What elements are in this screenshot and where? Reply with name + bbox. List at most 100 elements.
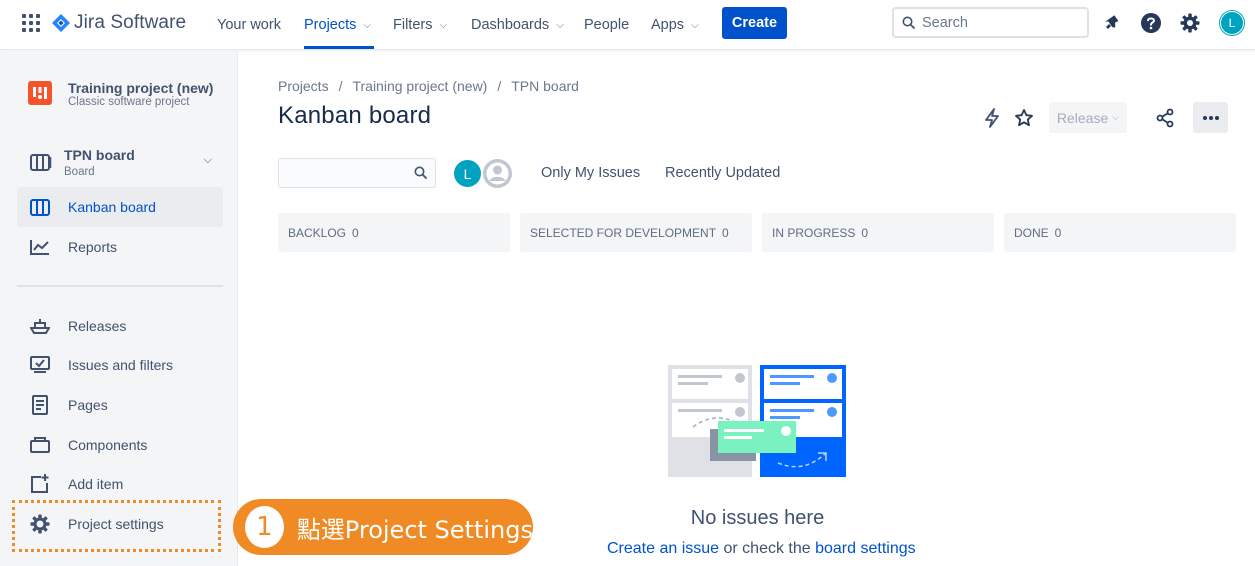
- create-issue-link[interactable]: Create an issue: [607, 540, 719, 557]
- jira-diamond-icon: [52, 14, 70, 32]
- column-done: DONE 0: [1004, 213, 1236, 252]
- sidebar-item-label: Add item: [68, 476, 124, 492]
- sidebar-item-label: Reports: [68, 239, 118, 255]
- nav-your-work[interactable]: Your work: [217, 0, 281, 50]
- column-in-progress: IN PROGRESS 0: [762, 213, 994, 252]
- jira-logo[interactable]: Jira Software: [52, 12, 186, 34]
- nav-projects[interactable]: Projects ⌵: [304, 0, 371, 50]
- assignee-avatar[interactable]: L: [452, 158, 483, 189]
- add-item-icon: [29, 473, 51, 495]
- search-input[interactable]: Search: [892, 7, 1089, 38]
- nav-dashboards[interactable]: Dashboards ⌵: [471, 0, 564, 50]
- filter-only-my-issues[interactable]: Only My Issues: [541, 165, 640, 181]
- breadcrumb-separator: /: [338, 78, 343, 94]
- search-icon: [414, 166, 427, 179]
- breadcrumb-separator: /: [497, 78, 502, 94]
- chevron-down-icon: ⌵: [439, 19, 448, 31]
- board-icon: [30, 154, 52, 171]
- ship-icon: [29, 315, 51, 337]
- notifications-icon[interactable]: [1100, 11, 1124, 35]
- step-callout: 1 點選Project Settings: [233, 499, 533, 555]
- chart-icon: [29, 236, 51, 258]
- board-search-input[interactable]: [278, 158, 436, 188]
- sidebar-item-label: Kanban board: [68, 199, 156, 215]
- page-title: Kanban board: [278, 102, 432, 129]
- share-icon[interactable]: [1154, 107, 1176, 129]
- nav-your-work-label: Your work: [217, 17, 281, 33]
- help-icon[interactable]: [1139, 11, 1163, 35]
- board-selector[interactable]: TPN board Board ⌵: [30, 145, 222, 185]
- release-button-label: Release: [1056, 109, 1109, 126]
- nav-people-label: People: [584, 17, 630, 33]
- more-actions-button[interactable]: [1193, 102, 1228, 133]
- empty-state-text: or check the: [719, 540, 816, 557]
- breadcrumb-board[interactable]: TPN board: [511, 78, 579, 94]
- nav-people[interactable]: People: [584, 0, 629, 50]
- column-count: 0: [1054, 225, 1062, 240]
- sidebar-item-issues-and-filters[interactable]: Issues and filters: [17, 345, 223, 385]
- column-count: 0: [861, 225, 869, 240]
- more-icon: [1202, 115, 1219, 120]
- sidebar-divider: [17, 285, 223, 287]
- sidebar-item-label: Pages: [68, 397, 108, 413]
- star-icon[interactable]: [1013, 107, 1035, 129]
- user-avatar[interactable]: L: [1220, 11, 1244, 35]
- board-settings-link[interactable]: board settings: [815, 540, 916, 557]
- sidebar-item-label: Releases: [68, 318, 127, 334]
- sidebar-item-releases[interactable]: Releases: [17, 306, 223, 346]
- chevron-down-icon: ⌵: [1112, 112, 1120, 122]
- breadcrumb-projects[interactable]: Projects: [278, 78, 329, 94]
- project-type: Classic software project: [68, 96, 190, 108]
- chevron-down-icon: ⌵: [691, 19, 699, 31]
- step-number: 1: [245, 506, 284, 548]
- release-button[interactable]: Release ⌵: [1049, 102, 1127, 133]
- sidebar-item-add-item[interactable]: Add item: [17, 464, 223, 504]
- chevron-down-icon: ⌵: [363, 19, 371, 31]
- sidebar-item-kanban-board[interactable]: Kanban board: [17, 187, 223, 227]
- chevron-down-icon: ⌵: [556, 19, 564, 31]
- breadcrumb-project[interactable]: Training project (new): [352, 78, 487, 94]
- page-icon: [29, 394, 51, 416]
- board-type: Board: [64, 166, 95, 178]
- empty-board-illustration: [668, 365, 846, 477]
- step-instruction: 點選Project Settings: [296, 515, 533, 544]
- app-switcher-icon[interactable]: [22, 14, 40, 32]
- automation-icon[interactable]: [981, 107, 1003, 129]
- settings-icon[interactable]: [1178, 11, 1202, 35]
- sidebar-item-label: Components: [68, 437, 148, 453]
- nav-projects-label: Projects: [304, 17, 357, 33]
- filter-recently-updated[interactable]: Recently Updated: [665, 165, 780, 181]
- create-button[interactable]: Create: [722, 7, 787, 39]
- column-count: 0: [722, 225, 729, 240]
- component-icon: [29, 434, 51, 456]
- board-icon: [29, 196, 51, 218]
- column-title: SELECTED FOR DEVELOPMENT: [530, 225, 717, 240]
- column-title: DONE: [1014, 225, 1049, 240]
- sidebar-item-pages[interactable]: Pages: [17, 385, 223, 425]
- empty-state-title: No issues here: [690, 507, 825, 529]
- nav-filters-label: Filters: [393, 17, 433, 33]
- sidebar-item-components[interactable]: Components: [17, 425, 223, 465]
- search-placeholder: Search: [922, 14, 968, 31]
- project-avatar: [28, 81, 52, 105]
- chevron-down-icon: ⌵: [203, 154, 212, 166]
- nav-filters[interactable]: Filters ⌵: [393, 0, 447, 50]
- nav-apps[interactable]: Apps ⌵: [651, 0, 699, 50]
- empty-state-message: Create an issue or check the board setti…: [607, 540, 916, 558]
- user-icon: [483, 159, 512, 188]
- project-sidebar: Training project (new) Classic software …: [0, 51, 238, 566]
- breadcrumb: Projects / Training project (new) / TPN …: [278, 78, 579, 94]
- nav-apps-label: Apps: [651, 17, 685, 33]
- top-navigation: Jira Software Your work Projects ⌵ Filter…: [0, 0, 1255, 50]
- board-name: TPN board: [64, 147, 135, 163]
- sidebar-item-reports[interactable]: Reports: [17, 227, 223, 267]
- unassigned-avatar[interactable]: [481, 157, 514, 190]
- search-icon: [902, 16, 915, 29]
- project-name: Training project (new): [68, 80, 214, 96]
- issues-icon: [29, 354, 51, 376]
- column-count: 0: [352, 225, 359, 240]
- column-backlog: BACKLOG 0: [278, 213, 510, 252]
- sidebar-item-label: Issues and filters: [68, 357, 174, 373]
- column-title: BACKLOG: [288, 225, 347, 240]
- column-title: IN PROGRESS: [772, 225, 856, 240]
